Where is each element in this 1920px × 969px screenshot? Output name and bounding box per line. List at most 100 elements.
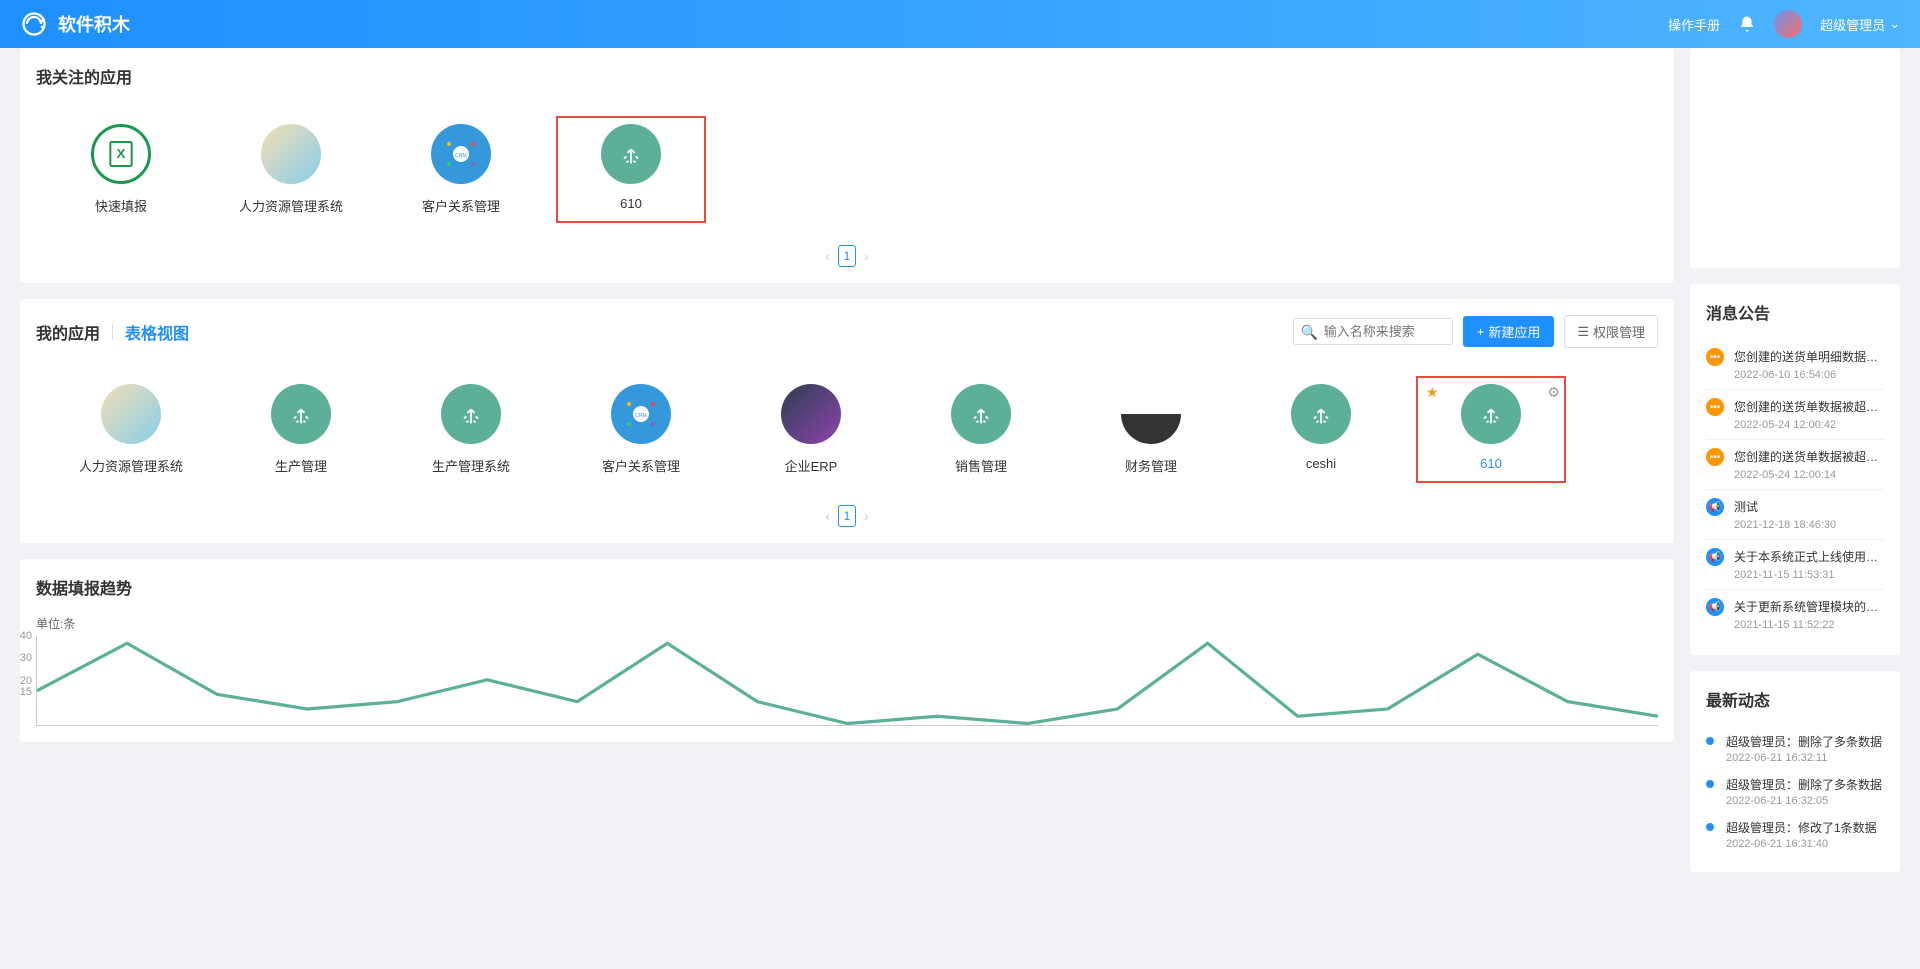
- msg-content: 您创建的送货单明细数据被超级管理... 2022-06-10 16:54:06: [1734, 348, 1884, 381]
- tab-my-apps[interactable]: 我的应用: [36, 320, 100, 344]
- app-item-crm[interactable]: CRM 客户关系管理: [596, 384, 686, 475]
- activity-time: 2022-06-21 16:32:11: [1726, 752, 1884, 764]
- chat-icon: •••: [1706, 448, 1724, 466]
- tab-table-view[interactable]: 表格视图: [125, 320, 189, 344]
- msg-title: 您创建的送货单数据被超级管理员修...: [1734, 398, 1884, 415]
- tabs: 我的应用 表格视图: [36, 320, 189, 344]
- person-icon: [101, 384, 161, 444]
- announcement-item[interactable]: 📢 测试 2021-12-18 18:46:30: [1706, 490, 1884, 540]
- app-name-label: 销售管理: [955, 456, 1007, 475]
- page-prev[interactable]: ‹: [825, 508, 830, 524]
- app-item-610[interactable]: 610: [586, 124, 676, 215]
- speaker-icon: 📢: [1706, 498, 1724, 516]
- star-icon[interactable]: ★: [1426, 384, 1439, 401]
- header-left: 软件积木: [20, 10, 130, 38]
- app-item-crm[interactable]: CRM 客户关系管理: [416, 124, 506, 215]
- msg-title: 您创建的送货单明细数据被超级管理...: [1734, 348, 1884, 365]
- activities-list: 超级管理员：删除了多条数据 2022-06-21 16:32:11 超级管理员：…: [1706, 727, 1884, 856]
- app-item-hr[interactable]: 人力资源管理系统: [246, 124, 336, 215]
- permission-button[interactable]: ☰ 权限管理: [1564, 315, 1658, 348]
- chat-icon: •••: [1706, 348, 1724, 366]
- msg-content: 测试 2021-12-18 18:46:30: [1734, 498, 1884, 531]
- svg-text:CRM: CRM: [455, 153, 466, 159]
- announcement-item[interactable]: ••• 您创建的送货单数据被超级管理员修... 2022-05-24 12:00…: [1706, 390, 1884, 440]
- empty-top-panel: [1690, 48, 1900, 268]
- app-item-finance[interactable]: 财务管理: [1106, 384, 1196, 475]
- leaf-icon: [1291, 384, 1351, 444]
- header-right: 操作手册 超级管理员 ⌄: [1668, 10, 1900, 38]
- timeline-content: 超级管理员：修改了1条数据 2022-06-21 16:31:40: [1726, 819, 1884, 850]
- app-name-label: 快速填报: [95, 196, 147, 215]
- app-item-production[interactable]: 生产管理: [256, 384, 346, 475]
- speaker-icon: 📢: [1706, 598, 1724, 616]
- activity-title: 超级管理员：删除了多条数据: [1726, 733, 1884, 750]
- gear-icon[interactable]: ⚙: [1547, 384, 1560, 401]
- highlight-box: [556, 116, 706, 223]
- speaker-icon: 📢: [1706, 548, 1724, 566]
- list-icon: ☰: [1577, 324, 1589, 340]
- new-app-button[interactable]: + 新建应用: [1463, 316, 1555, 347]
- msg-title: 关于本系统正式上线使用的通知: [1734, 548, 1884, 565]
- svg-text:X: X: [117, 146, 126, 161]
- page-prev[interactable]: ‹: [825, 248, 830, 264]
- announcement-item[interactable]: ••• 您创建的送货单数据被超级管理员修... 2022-05-24 12:00…: [1706, 440, 1884, 490]
- activities-title: 最新动态: [1706, 687, 1884, 711]
- app-item-sales[interactable]: 销售管理: [936, 384, 1026, 475]
- tab-actions: 🔍 + 新建应用 ☰ 权限管理: [1293, 315, 1658, 348]
- trend-panel: 数据填报趋势 单位:条 40 30 20 15: [20, 559, 1674, 742]
- page-next[interactable]: ›: [864, 508, 869, 524]
- activities-panel: 最新动态 超级管理员：删除了多条数据 2022-06-21 16:32:11 超…: [1690, 671, 1900, 872]
- app-name-label: 人力资源管理系统: [239, 196, 343, 215]
- app-item-erp[interactable]: 企业ERP: [766, 384, 856, 475]
- activity-item[interactable]: 超级管理员：修改了1条数据 2022-06-21 16:31:40: [1706, 813, 1884, 856]
- app-item-610[interactable]: ★ ⚙ 610: [1446, 384, 1536, 475]
- timeline-dot-icon: [1706, 823, 1714, 831]
- chart-area: 40 30 20 15: [36, 636, 1658, 726]
- announcement-item[interactable]: 📢 关于本系统正式上线使用的通知 2021-11-15 11:53:31: [1706, 540, 1884, 590]
- page-next[interactable]: ›: [864, 248, 869, 264]
- new-app-label: 新建应用: [1488, 322, 1540, 341]
- app-item-production-sys[interactable]: 生产管理系统: [426, 384, 516, 475]
- leaf-icon: [441, 384, 501, 444]
- my-apps-header: 我的应用 表格视图 🔍 + 新建应用 ☰ 权限管理: [36, 315, 1658, 348]
- announcements-title: 消息公告: [1706, 300, 1884, 324]
- avatar[interactable]: [1774, 10, 1802, 38]
- app-item-quick-report[interactable]: X 快速填报: [76, 124, 166, 215]
- app-name-label: 生产管理系统: [432, 456, 510, 475]
- bug-icon: [1121, 384, 1181, 444]
- timeline-content: 超级管理员：删除了多条数据 2022-06-21 16:32:05: [1726, 776, 1884, 807]
- activity-item[interactable]: 超级管理员：删除了多条数据 2022-06-21 16:32:11: [1706, 727, 1884, 770]
- msg-time: 2021-12-18 18:46:30: [1734, 519, 1884, 531]
- app-item-ceshi[interactable]: ceshi: [1276, 384, 1366, 475]
- msg-content: 您创建的送货单数据被超级管理员修... 2022-05-24 12:00:42: [1734, 398, 1884, 431]
- activity-item[interactable]: 超级管理员：删除了多条数据 2022-06-21 16:32:05: [1706, 770, 1884, 813]
- chat-icon: •••: [1706, 398, 1724, 416]
- activity-title: 超级管理员：修改了1条数据: [1726, 819, 1884, 836]
- my-apps-panel: 我的应用 表格视图 🔍 + 新建应用 ☰ 权限管理: [20, 299, 1674, 543]
- activity-time: 2022-06-21 16:32:05: [1726, 795, 1884, 807]
- manual-link[interactable]: 操作手册: [1668, 15, 1720, 34]
- msg-time: 2021-11-15 11:53:31: [1734, 569, 1884, 581]
- timeline-dot-icon: [1706, 780, 1714, 788]
- page-number[interactable]: 1: [838, 245, 856, 267]
- chevron-down-icon: ⌄: [1889, 16, 1900, 32]
- crm-icon: CRM: [611, 384, 671, 444]
- app-name-label: 财务管理: [1125, 456, 1177, 475]
- followed-apps-grid: X 快速填报 人力资源管理系统 CRM 客户关系管理: [36, 104, 1658, 235]
- msg-content: 关于更新系统管理模块的通知 2021-11-15 11:52:22: [1734, 598, 1884, 631]
- page-number[interactable]: 1: [838, 505, 856, 527]
- user-menu[interactable]: 超级管理员 ⌄: [1820, 15, 1900, 34]
- announcement-item[interactable]: ••• 您创建的送货单明细数据被超级管理... 2022-06-10 16:54…: [1706, 340, 1884, 390]
- msg-time: 2021-11-15 11:52:22: [1734, 619, 1884, 631]
- followed-apps-panel: 我关注的应用 X 快速填报 人力资源管理系统 CRM 客户关系管理: [20, 48, 1674, 283]
- my-apps-pagination: ‹ 1 ›: [36, 505, 1658, 527]
- bell-icon[interactable]: [1738, 15, 1756, 33]
- logo-text: 软件积木: [58, 11, 130, 37]
- person-icon: [261, 124, 321, 184]
- app-item-hr[interactable]: 人力资源管理系统: [86, 384, 176, 475]
- tab-divider: [112, 324, 113, 340]
- announcement-item[interactable]: 📢 关于更新系统管理模块的通知 2021-11-15 11:52:22: [1706, 590, 1884, 639]
- msg-content: 关于本系统正式上线使用的通知 2021-11-15 11:53:31: [1734, 548, 1884, 581]
- y-tick: 15: [20, 686, 37, 698]
- announcements-list: ••• 您创建的送货单明细数据被超级管理... 2022-06-10 16:54…: [1706, 340, 1884, 639]
